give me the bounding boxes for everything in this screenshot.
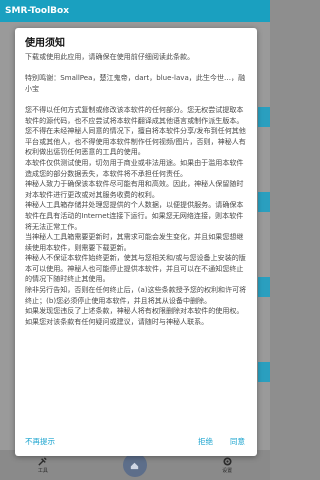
dialog-paragraph: 您不得以任何方式复制或修改该本软件的任何部分。您无权尝试提取本软件的源代码，也不… bbox=[25, 104, 244, 125]
nav-home[interactable] bbox=[122, 453, 147, 477]
dialog-paragraph: 神秘人致力于确保该本软件尽可能有用和高效。因此，神秘人保留随时对本软件进行更改或… bbox=[25, 179, 244, 199]
dialog-paragraph: 除非另行告知，否则在任何终止后，(a)这些条款授予您的权利和许可将终止；(b)您… bbox=[25, 285, 247, 305]
nav-settings-label: 设置 bbox=[222, 468, 233, 474]
dialog-paragraph: 特别鸣谢：SmallPea，楚江鬼帝，dart，blue-lava，此生今世…，… bbox=[25, 73, 246, 93]
nav-tools[interactable]: 工具 bbox=[37, 456, 48, 474]
dialog-actions: 不再提示 拒绝 同意 bbox=[15, 432, 257, 452]
nav-tools-label: 工具 bbox=[37, 468, 48, 474]
gear-icon bbox=[223, 457, 232, 466]
agree-button[interactable]: 同意 bbox=[230, 432, 245, 452]
dialog-paragraph: 神秘人不保证本软件始终更新，使其与您相关和/或与您设备上安装的版本可以使用。神秘… bbox=[25, 253, 246, 284]
dialog-paragraph: 本软件仅供测试使用，切勿用于商业或非法用途。如果由于滥用本软件造成您的部分数据丢… bbox=[25, 157, 244, 178]
dialog-paragraph: 下载或使用此应用，请确保在使用前仔细阅读此条款。 bbox=[25, 52, 195, 61]
dialog-paragraph: 如果发现您违反了上述条款，神秘人将有权限删除对本软件的使用权。 bbox=[25, 306, 244, 316]
tools-icon bbox=[38, 457, 47, 466]
dialog-paragraph: 当神秘人工具箱需要更新时，其需求可能会发生变化，并且如果您想继续使用本软件，则需… bbox=[25, 232, 244, 252]
dialog-paragraph: 神秘人工具箱存储并处理您提供的个人数据，以便提供服务。请确保本软件在具有活动的I… bbox=[25, 200, 244, 231]
nav-settings[interactable]: 设置 bbox=[222, 456, 233, 474]
dialog-paragraph: 您不得在未经神秘人同意的情况下，擅自将本软件分享/发布到任何其他平台或其他人，也… bbox=[25, 126, 246, 157]
reject-button[interactable]: 拒绝 bbox=[198, 432, 213, 452]
dialog-title: 使用须知 bbox=[25, 38, 65, 49]
app-title: SMR-ToolBox bbox=[5, 6, 70, 16]
home-icon bbox=[122, 453, 147, 477]
dialog-body[interactable]: 下载或使用此应用，请确保在使用前仔细阅读此条款。 特别鸣谢：SmallPea，楚… bbox=[25, 52, 249, 427]
app-bar: SMR-ToolBox bbox=[0, 0, 270, 22]
dialog-paragraph: 如果您对该条款有任何疑问或建议，请随时与神秘人联系。 bbox=[25, 316, 209, 326]
terms-dialog: 使用须知 下载或使用此应用，请确保在使用前仔细阅读此条款。 特别鸣谢：Small… bbox=[15, 28, 257, 456]
no-remind-button[interactable]: 不再提示 bbox=[25, 432, 55, 452]
